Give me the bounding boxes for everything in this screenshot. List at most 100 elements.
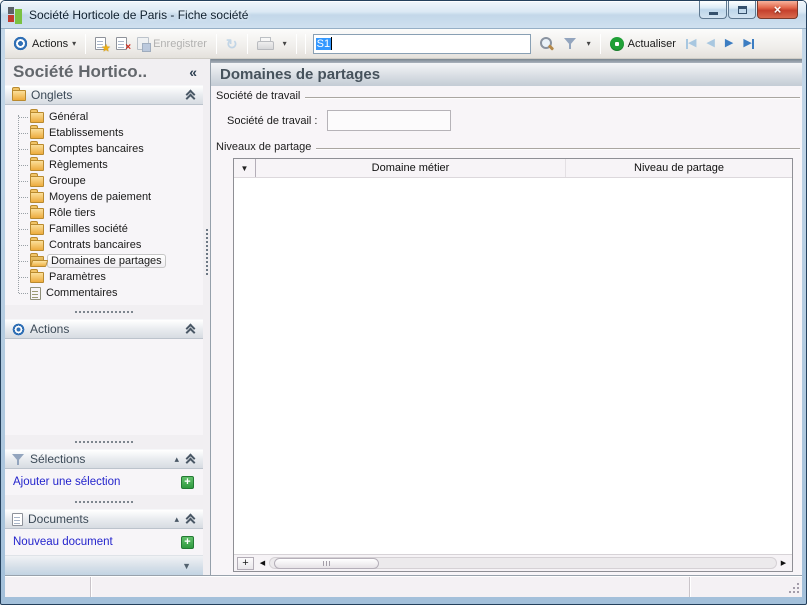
sidebar-item-parametres[interactable]: Paramètres — [11, 268, 203, 285]
groupbox-label: Société de travail — [216, 90, 301, 102]
sidebar-splitter[interactable] — [5, 435, 203, 449]
status-panel-3 — [690, 577, 802, 597]
add-selection-link[interactable]: Ajouter une sélection — [13, 476, 120, 488]
folder-icon — [30, 188, 44, 203]
sidebar-item-general[interactable]: Général — [11, 108, 203, 125]
nav-first-button[interactable]: ◀ — [682, 36, 700, 51]
refresh-label: Actualiser — [627, 37, 676, 50]
sidebar-splitter[interactable] — [5, 495, 203, 509]
collapse-section-icon[interactable] — [186, 514, 196, 524]
filter-options-button[interactable]: ▾ — [583, 38, 595, 50]
section-header-selections[interactable]: Sélections ▴ — [5, 449, 203, 469]
content-area: Société Hortico.. « Onglets Général Etab… — [5, 59, 802, 576]
save-icon — [137, 37, 152, 52]
refresh-icon: ↻ — [225, 35, 238, 52]
new-record-icon: ★ — [95, 37, 110, 53]
grid-bottom-bar: + ◀ ▶ — [234, 554, 792, 571]
toolbar-separator — [85, 33, 87, 54]
folder-icon — [30, 124, 44, 139]
delete-record-icon: × — [116, 37, 131, 53]
sidebar-item-domaines-de-partages[interactable]: Domaines de partages — [11, 252, 203, 269]
scrollbar-track[interactable] — [269, 557, 777, 569]
sidebar-title: Société Hortico.. — [13, 62, 148, 81]
folder-icon — [30, 220, 44, 235]
societe-travail-input[interactable] — [326, 110, 451, 131]
search-button[interactable] — [535, 34, 558, 53]
maximize-button[interactable] — [728, 1, 756, 19]
collapse-section-icon[interactable] — [186, 90, 196, 100]
sidebar-item-groupe[interactable]: Groupe — [11, 172, 203, 189]
niveaux-partage-grid: ▼ Domaine métier Niveau de partage + ◀ ▶ — [233, 158, 793, 572]
toolbar-separator — [246, 33, 248, 54]
collapse-section-icon[interactable] — [186, 324, 196, 334]
section-header-onglets[interactable]: Onglets — [5, 85, 203, 105]
sidebar-item-role-tiers[interactable]: Rôle tiers — [11, 204, 203, 221]
sidebar: Société Hortico.. « Onglets Général Etab… — [5, 59, 203, 575]
nav-next-button[interactable]: ▶ — [721, 36, 737, 51]
add-selection-plus-button[interactable]: + — [181, 475, 194, 489]
section-header-actions[interactable]: Actions — [5, 319, 203, 339]
refresh-button[interactable]: Actualiser — [606, 35, 680, 53]
section-header-documents[interactable]: Documents ▴ — [5, 509, 203, 529]
sidebar-main-splitter[interactable] — [203, 59, 210, 575]
resize-grip[interactable] — [797, 591, 799, 593]
save-button[interactable]: Enregistrer — [133, 35, 211, 52]
search-input-value: S1 — [315, 37, 332, 50]
delete-record-button[interactable]: × — [112, 35, 131, 53]
filter-button[interactable] — [560, 35, 581, 52]
sidebar-splitter[interactable] — [5, 305, 203, 319]
print-button[interactable] — [253, 35, 277, 52]
sidebar-item-comptes-bancaires[interactable]: Comptes bancaires — [11, 140, 203, 157]
search-input[interactable]: S1 — [312, 33, 531, 54]
scroll-left-button[interactable]: ◀ — [257, 559, 268, 567]
column-header-niveau-de-partage[interactable]: Niveau de partage — [566, 159, 792, 177]
new-record-button[interactable]: ★ — [91, 35, 110, 53]
folder-icon — [30, 108, 44, 123]
star-icon: ★ — [102, 43, 111, 53]
actions-menu-label: Actions — [32, 37, 69, 50]
app-logo-icon — [8, 7, 23, 24]
folder-icon — [30, 236, 44, 251]
grid-body[interactable] — [234, 178, 792, 554]
new-document-plus-button[interactable]: + — [181, 535, 194, 549]
column-header-domaine-metier[interactable]: Domaine métier — [256, 159, 566, 177]
status-panel-2 — [91, 577, 690, 597]
actions-menu-button[interactable]: Actions ▾ — [9, 34, 80, 53]
minimize-button[interactable] — [699, 1, 727, 19]
app-window: Société Horticole de Paris - Fiche socié… — [0, 0, 807, 605]
folder-icon — [30, 204, 44, 219]
sidebar-item-etablissements[interactable]: Etablissements — [11, 124, 203, 141]
collapse-single-icon[interactable]: ▴ — [174, 514, 179, 524]
scrollbar-thumb[interactable] — [274, 557, 379, 569]
societe-travail-field-row: Société de travail : — [227, 110, 802, 131]
collapse-single-icon[interactable]: ▴ — [174, 454, 179, 464]
sidebar-item-contrats-bancaires[interactable]: Contrats bancaires — [11, 236, 203, 253]
title-bar: Société Horticole de Paris - Fiche socié… — [1, 1, 806, 29]
sidebar-item-reglements[interactable]: Règlements — [11, 156, 203, 173]
selections-section-label: Sélections — [30, 452, 86, 466]
add-row-button[interactable]: + — [237, 556, 254, 570]
grid-indicator-dropdown[interactable]: ▼ — [234, 159, 256, 177]
footer-chevron-down-icon[interactable]: ▼ — [182, 561, 191, 571]
folder-icon — [30, 140, 44, 155]
close-button[interactable]: × — [757, 1, 798, 19]
nav-previous-button[interactable]: ◀ — [702, 36, 718, 51]
collapse-section-icon[interactable] — [186, 454, 196, 464]
sidebar-item-moyens-de-paiement[interactable]: Moyens de paiement — [11, 188, 203, 205]
nav-last-button[interactable]: ▶ — [739, 36, 757, 51]
nav-previous-icon: ◀ — [706, 37, 715, 49]
horizontal-scrollbar: ◀ ▶ — [257, 557, 789, 570]
sidebar-item-commentaires[interactable]: Commentaires — [11, 285, 203, 301]
folder-icon — [12, 86, 26, 101]
sidebar-collapse-icon[interactable]: « — [189, 64, 197, 80]
groupbox-societe-travail: Société de travail — [216, 90, 800, 102]
window-bottom-frame — [1, 597, 806, 604]
scroll-right-button[interactable]: ▶ — [778, 559, 789, 567]
print-options-button[interactable]: ▾ — [279, 38, 291, 50]
refresh-data-button[interactable]: ↻ — [222, 35, 242, 53]
folder-icon — [30, 156, 44, 171]
new-document-link[interactable]: Nouveau document — [13, 536, 113, 548]
actions-target-icon — [12, 322, 25, 336]
document-icon — [12, 512, 23, 526]
sidebar-item-familles-societe[interactable]: Familles société — [11, 220, 203, 237]
